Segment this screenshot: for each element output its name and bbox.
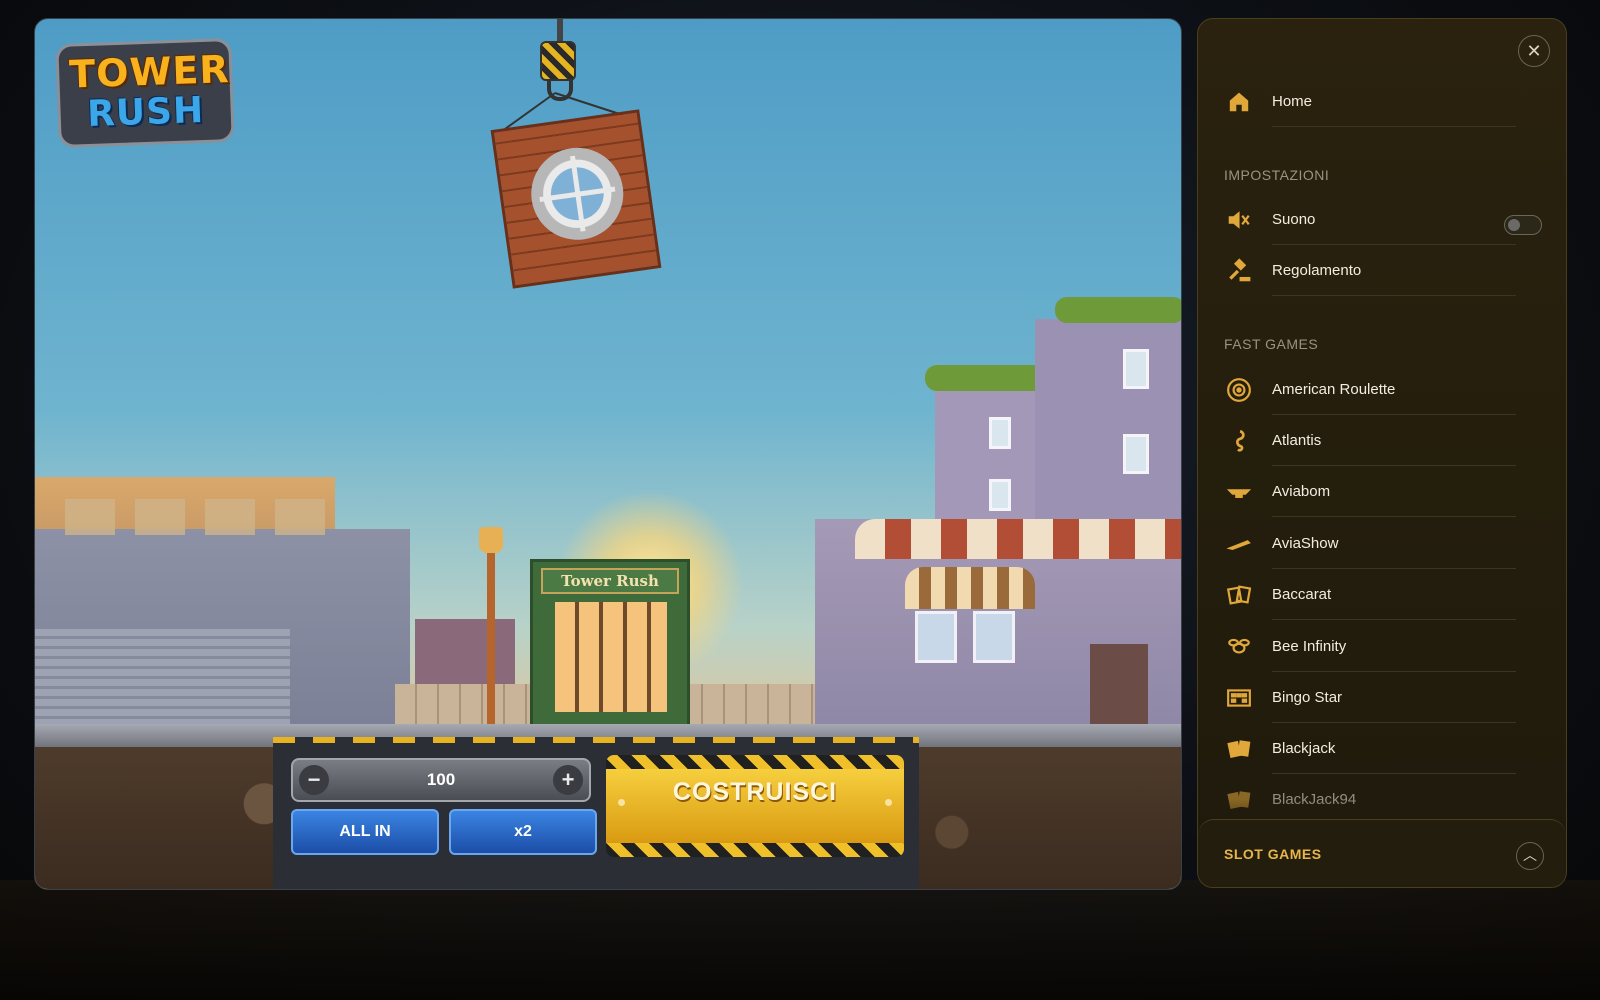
menu-item-atlantis[interactable]: Atlantis	[1226, 416, 1516, 466]
building-window	[1123, 349, 1149, 389]
building-door	[1090, 644, 1148, 724]
toggle-knob	[1508, 219, 1520, 231]
menu-item-american-roulette[interactable]: American Roulette	[1226, 365, 1516, 415]
divider	[1272, 722, 1516, 723]
menu-item-label: Bingo Star	[1272, 689, 1343, 706]
divider	[1272, 244, 1516, 245]
menu-item-label: Bee Infinity	[1272, 638, 1347, 655]
double-bet-button[interactable]: x2	[449, 809, 597, 855]
striped-awning	[855, 519, 1181, 559]
divider	[1272, 516, 1516, 517]
rooftop-plants	[1055, 297, 1181, 323]
street-lamp-icon	[479, 527, 503, 553]
shop-building	[815, 519, 1181, 744]
warehouse-building	[35, 499, 410, 744]
seahorse-icon	[1236, 429, 1245, 452]
sound-muted-icon	[1228, 211, 1250, 229]
menu-item-label: Atlantis	[1272, 432, 1322, 449]
bet-value[interactable]: 100	[333, 760, 549, 800]
menu-item-aviashow[interactable]: AviaShow	[1226, 519, 1516, 569]
control-panel: − 100 + ALL IN x2 COSTRUISCI	[273, 737, 919, 889]
bee-icon	[1228, 638, 1250, 654]
hazard-stripe	[273, 737, 919, 743]
background-glow	[0, 880, 1600, 1000]
divider	[1272, 465, 1516, 466]
building-window	[989, 479, 1011, 511]
menu-item-label: Regolamento	[1272, 262, 1362, 279]
tower-base-shop: Tower Rush	[530, 559, 690, 734]
divider	[1272, 619, 1516, 620]
menu-item-label: Aviabom	[1272, 483, 1331, 500]
menu-item-label: Blackjack	[1272, 740, 1336, 757]
menu-item-blackjack[interactable]: Blackjack	[1226, 724, 1516, 774]
crane-hook-icon	[540, 41, 576, 81]
side-menu: ✕ Home IMPOSTAZIONI Suono Regolamento FA…	[1197, 18, 1567, 888]
bingo-icon	[1227, 689, 1251, 707]
warehouse-window	[275, 499, 325, 535]
shop-window	[555, 602, 667, 712]
increase-bet-button[interactable]: +	[553, 765, 583, 795]
close-menu-button[interactable]: ✕	[1518, 35, 1550, 67]
build-button-label: COSTRUISCI	[672, 778, 838, 806]
menu-item-label: Suono	[1272, 211, 1316, 228]
all-in-button[interactable]: ALL IN	[291, 809, 439, 855]
menu-item-label: American Roulette	[1272, 381, 1396, 398]
fast-games-section-title: FAST GAMES	[1224, 336, 1319, 352]
jet-icon	[1226, 540, 1251, 550]
divider	[1272, 126, 1516, 127]
menu-item-home[interactable]: Home	[1226, 77, 1516, 127]
divider	[1272, 414, 1516, 415]
street-lamp-post	[487, 539, 495, 739]
settings-section-title: IMPOSTAZIONI	[1224, 167, 1330, 183]
falling-tower-block	[490, 109, 662, 289]
building-window	[973, 611, 1015, 663]
menu-item-label: AviaShow	[1272, 535, 1339, 552]
roulette-icon	[1227, 378, 1251, 402]
slot-games-title: SLOT GAMES	[1224, 846, 1322, 862]
chevron-up-icon[interactable]: ︿	[1516, 842, 1544, 870]
menu-item-label: Home	[1272, 93, 1313, 110]
warehouse-window	[65, 499, 115, 535]
bet-stepper: − 100 +	[291, 758, 591, 802]
building-window	[915, 611, 957, 663]
gavel-icon	[1229, 258, 1251, 282]
divider	[1272, 295, 1516, 296]
building-window	[989, 417, 1011, 449]
game-canvas[interactable]: Tower Rush TOWER RUSH − 100 + ALL IN x2 …	[34, 18, 1182, 890]
divider	[1272, 568, 1516, 569]
menu-item-sound[interactable]: Suono	[1226, 195, 1516, 245]
decrease-bet-button[interactable]: −	[299, 765, 329, 795]
divider	[1272, 671, 1516, 672]
menu-item-bee-infinity[interactable]: Bee Infinity	[1226, 622, 1516, 672]
blackjack-cards-icon	[1227, 740, 1251, 758]
window-awning	[905, 567, 1035, 609]
game-logo: TOWER RUSH	[55, 37, 235, 149]
building-window	[1123, 434, 1149, 474]
sound-toggle[interactable]	[1504, 215, 1542, 235]
shop-sign: Tower Rush	[541, 568, 679, 594]
slot-games-section[interactable]: SLOT GAMES ︿	[1198, 819, 1566, 887]
menu-item-label: Baccarat	[1272, 586, 1332, 603]
build-button[interactable]: COSTRUISCI	[606, 755, 904, 857]
menu-item-baccarat[interactable]: Baccarat	[1226, 570, 1516, 620]
tall-building-right	[1035, 297, 1181, 519]
menu-item-bingo-star[interactable]: Bingo Star	[1226, 673, 1516, 723]
plane-icon	[1226, 489, 1252, 498]
menu-item-aviabom[interactable]: Aviabom	[1226, 467, 1516, 517]
logo-text-bottom: RUSH	[86, 89, 205, 136]
warehouse-window	[205, 499, 255, 535]
divider	[1272, 773, 1516, 774]
home-icon	[1229, 92, 1249, 112]
cards-icon	[1226, 585, 1252, 605]
warehouse-window	[135, 499, 185, 535]
menu-item-rules[interactable]: Regolamento	[1226, 246, 1516, 296]
